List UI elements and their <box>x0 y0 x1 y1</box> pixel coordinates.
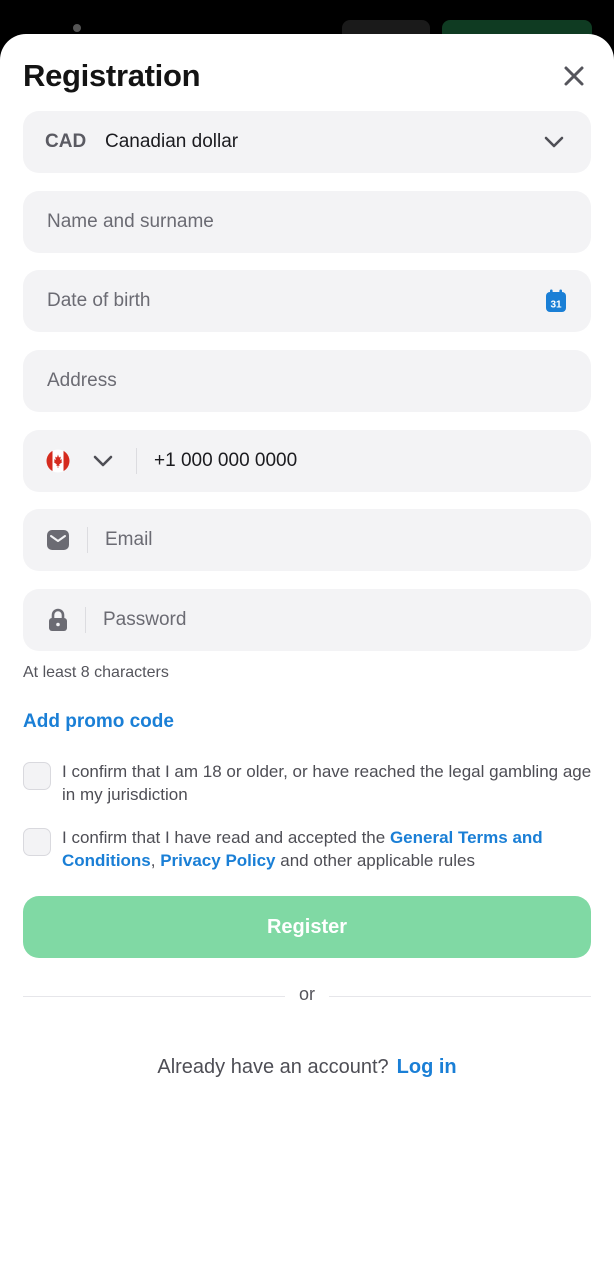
lock-icon <box>49 608 67 631</box>
page-title: Registration <box>23 58 201 93</box>
log-in-link[interactable]: Log in <box>397 1056 457 1078</box>
age-consent-text: I confirm that I am 18 or older, or have… <box>62 762 592 804</box>
terms-consent-row: I confirm that I have read and accepted … <box>23 826 593 872</box>
phone-divider <box>136 448 137 474</box>
terms-prefix: I confirm that I have read and accepted … <box>62 828 390 847</box>
password-hint: At least 8 characters <box>23 664 169 681</box>
terms-consent-checkbox[interactable] <box>23 828 51 856</box>
close-icon <box>564 66 584 86</box>
password-field[interactable]: Password <box>23 589 591 651</box>
chevron-down-icon <box>544 136 564 148</box>
phone-field[interactable]: +1 000 000 0000 <box>23 430 591 492</box>
address-placeholder: Address <box>47 370 117 391</box>
background-dot <box>73 24 81 32</box>
currency-select[interactable]: CAD Canadian dollar <box>23 111 591 173</box>
close-button[interactable] <box>560 62 588 90</box>
canada-flag-icon[interactable] <box>46 449 70 473</box>
email-divider <box>87 527 88 553</box>
phone-value: +1 000 000 0000 <box>154 450 297 472</box>
phone-prefix: +1 <box>154 450 176 471</box>
calendar-icon[interactable]: 31 <box>545 289 567 313</box>
email-placeholder: Email <box>105 529 153 550</box>
privacy-policy-link[interactable]: Privacy Policy <box>160 851 275 870</box>
country-chevron-down-icon[interactable] <box>92 451 114 471</box>
login-prompt: Already have an account? Log in <box>0 1056 614 1079</box>
terms-suffix: and other applicable rules <box>275 851 475 870</box>
terms-consent-text: I confirm that I have read and accepted … <box>62 826 593 872</box>
password-placeholder: Password <box>103 609 187 630</box>
age-consent-row: I confirm that I am 18 or older, or have… <box>23 760 593 806</box>
add-promo-code-link[interactable]: Add promo code <box>23 711 174 733</box>
name-placeholder: Name and surname <box>47 211 214 232</box>
have-account-text: Already have an account? <box>157 1056 389 1078</box>
name-field[interactable]: Name and surname <box>23 191 591 253</box>
register-button[interactable]: Register <box>23 896 591 958</box>
password-divider <box>85 607 86 633</box>
currency-name: Canadian dollar <box>105 131 239 152</box>
address-field[interactable]: Address <box>23 350 591 412</box>
currency-code: CAD <box>45 131 87 152</box>
calendar-day: 31 <box>550 300 562 311</box>
phone-number-placeholder: 000 000 0000 <box>180 450 298 471</box>
age-consent-checkbox[interactable] <box>23 762 51 790</box>
terms-comma: , <box>150 851 161 870</box>
registration-sheet: Registration CAD Canadian dollar Name an… <box>0 34 614 1280</box>
email-field[interactable]: Email <box>23 509 591 571</box>
dob-placeholder: Date of birth <box>47 290 151 311</box>
or-label: or <box>298 984 315 1004</box>
mail-icon <box>47 530 69 550</box>
date-of-birth-field[interactable]: Date of birth 31 <box>23 270 591 332</box>
